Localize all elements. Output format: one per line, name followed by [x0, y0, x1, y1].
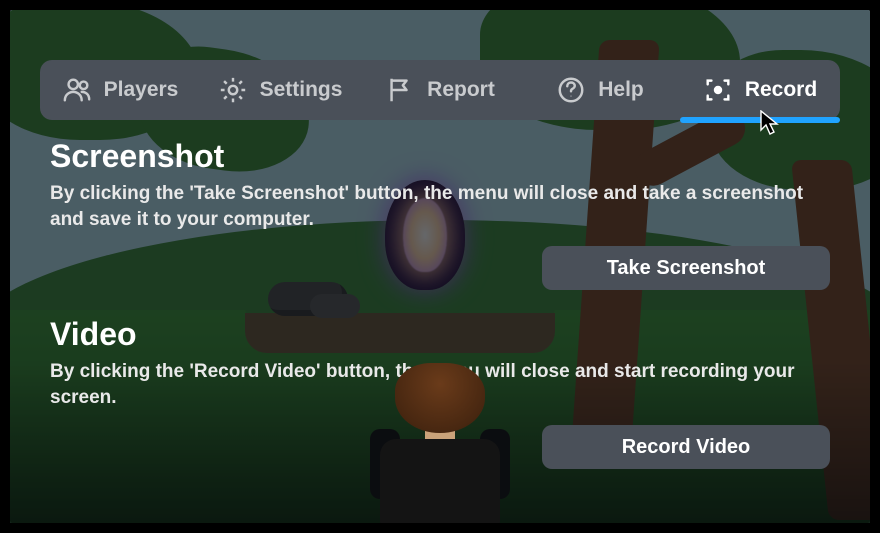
flag-icon: [385, 75, 415, 105]
take-screenshot-button[interactable]: Take Screenshot: [542, 246, 830, 290]
tab-players[interactable]: Players: [40, 60, 200, 120]
screenshot-section: Screenshot By clicking the 'Take Screens…: [50, 138, 830, 290]
video-heading: Video: [50, 316, 830, 353]
menu-tabbar: Players Settings Report: [40, 60, 840, 120]
tab-help[interactable]: Help: [520, 60, 680, 120]
tab-label: Help: [598, 78, 644, 102]
game-viewport: Players Settings Report: [10, 10, 870, 523]
help-icon: [556, 75, 586, 105]
record-video-button[interactable]: Record Video: [542, 425, 830, 469]
tab-report[interactable]: Report: [360, 60, 520, 120]
tab-label: Settings: [260, 78, 343, 102]
players-icon: [62, 75, 92, 105]
tab-label: Record: [745, 78, 817, 102]
record-icon: [703, 75, 733, 105]
gear-icon: [218, 75, 248, 105]
tab-label: Players: [104, 78, 179, 102]
window-frame: Players Settings Report: [0, 0, 880, 533]
screenshot-description: By clicking the 'Take Screenshot' button…: [50, 181, 830, 232]
mouse-cursor-icon: [760, 110, 780, 136]
screenshot-heading: Screenshot: [50, 138, 830, 175]
tab-settings[interactable]: Settings: [200, 60, 360, 120]
tab-label: Report: [427, 78, 495, 102]
